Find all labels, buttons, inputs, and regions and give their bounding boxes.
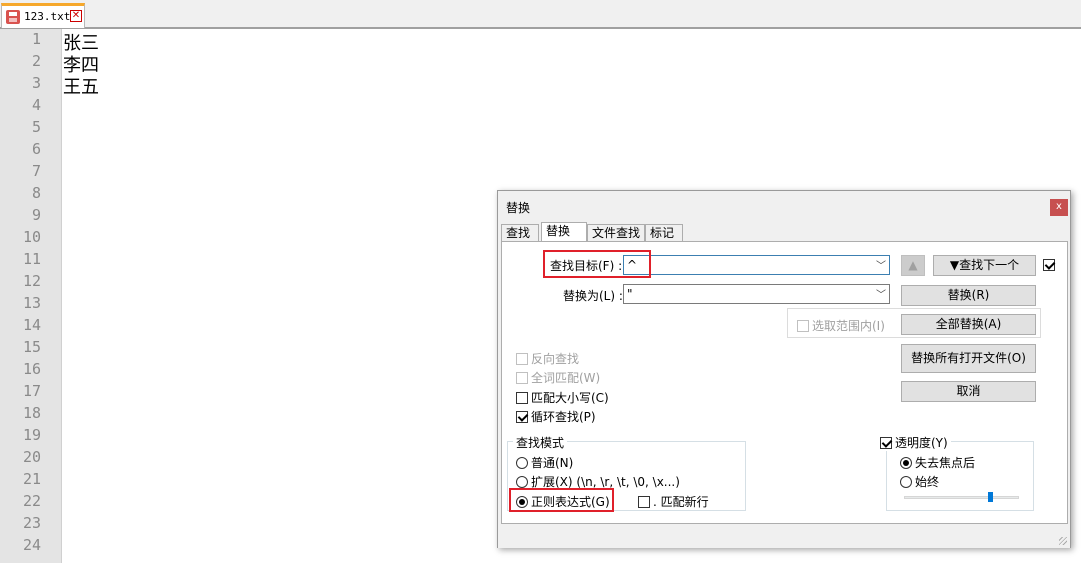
checkbox-icon <box>516 352 528 365</box>
replace-with-value: " <box>627 287 633 301</box>
backward-checkbox[interactable]: 反向查找 <box>516 350 579 367</box>
line-number: 6 <box>31 140 41 158</box>
match-case-label: 匹配大小写(C) <box>531 391 609 405</box>
line-number: 7 <box>31 162 41 180</box>
dot-matches-newline-checkbox[interactable]: . 匹配新行 <box>638 493 709 510</box>
line-number: 21 <box>22 470 41 488</box>
line-number: 4 <box>31 96 41 114</box>
replace-with-combo[interactable]: " ﹀ <box>623 284 890 304</box>
replace-with-label: 替换为(L) : <box>563 289 623 303</box>
checkbox-icon <box>516 391 528 404</box>
line-number: 16 <box>22 360 41 378</box>
line-number: 8 <box>31 184 41 202</box>
line-number: 18 <box>22 404 41 422</box>
line-number: 10 <box>22 228 41 246</box>
line-number: 1 <box>31 30 41 48</box>
wrap-around-label: 循环查找(P) <box>531 410 596 424</box>
line-number-gutter: 1 2 3 4 5 6 7 8 9 10 11 12 13 14 15 16 17 18 19 20 21 22 23 24 <box>0 29 62 563</box>
line-number: 24 <box>22 536 41 554</box>
whole-word-label: 全词匹配(W) <box>531 371 601 385</box>
wrap-around-checkbox[interactable]: 循环查找(P) <box>516 408 596 425</box>
tab-bar: 123.txt ✕ <box>0 0 1081 29</box>
transparency-label: 透明度(Y) <box>895 436 948 450</box>
replace-all-open-files-button[interactable]: 替换所有打开文件(O) <box>901 344 1036 373</box>
transparency-always-radio[interactable]: 始终 <box>900 473 939 490</box>
tab-mark[interactable]: 标记 <box>645 224 683 242</box>
line-number: 9 <box>31 206 41 224</box>
find-previous-button[interactable]: ▲ <box>901 255 925 276</box>
checkbox-checked-icon <box>1043 259 1055 271</box>
transparency-slider-track[interactable] <box>904 496 1019 499</box>
editor-line-3: 王五 <box>63 77 99 98</box>
line-number: 17 <box>22 382 41 400</box>
file-tab-123-txt[interactable]: 123.txt ✕ <box>1 3 85 28</box>
always-label: 始终 <box>915 475 940 489</box>
line-number: 20 <box>22 448 41 466</box>
match-case-checkbox[interactable]: 匹配大小写(C) <box>516 389 609 406</box>
dot-matches-newline-label: . 匹配新行 <box>653 495 709 509</box>
line-number: 14 <box>22 316 41 334</box>
replace-button[interactable]: 替换(R) <box>901 285 1036 306</box>
tab-replace[interactable]: 替换 <box>541 222 587 243</box>
line-number: 19 <box>22 426 41 444</box>
cancel-button[interactable]: 取消 <box>901 381 1036 402</box>
find-next-button[interactable]: ▼查找下一个 <box>933 255 1036 276</box>
line-number: 3 <box>31 74 41 92</box>
floppy-save-icon <box>6 10 20 24</box>
mode-normal-label: 普通(N) <box>531 456 574 470</box>
file-tab-label: 123.txt <box>24 10 71 23</box>
transparency-checkbox[interactable]: 透明度(Y) <box>877 434 951 451</box>
in-selection-checkbox[interactable]: 选取范围内(I) <box>797 317 885 334</box>
tab-find[interactable]: 查找 <box>501 224 539 242</box>
lose-focus-label: 失去焦点后 <box>915 456 976 470</box>
checkbox-checked-icon <box>516 410 528 423</box>
whole-word-checkbox[interactable]: 全词匹配(W) <box>516 369 600 386</box>
line-number: 12 <box>22 272 41 290</box>
find-next-option-checkbox[interactable] <box>1043 259 1058 271</box>
checkbox-icon <box>516 371 528 384</box>
checkbox-icon <box>797 319 809 332</box>
close-icon[interactable]: ✕ <box>70 10 82 22</box>
line-number: 23 <box>22 514 41 532</box>
dialog-status-bar <box>498 524 1070 548</box>
line-number: 2 <box>31 52 41 70</box>
highlight-regex-box <box>509 488 614 512</box>
radio-icon <box>516 475 528 488</box>
line-number: 11 <box>22 250 41 268</box>
checkbox-checked-icon <box>880 436 892 449</box>
line-number: 13 <box>22 294 41 312</box>
resize-grip-icon[interactable] <box>1059 537 1067 545</box>
highlight-find-box <box>543 250 651 278</box>
dialog-close-button[interactable]: x <box>1050 199 1068 216</box>
checkbox-icon <box>638 495 650 508</box>
search-mode-title: 查找模式 <box>513 434 568 451</box>
line-number: 5 <box>31 118 41 136</box>
radio-icon <box>900 475 912 488</box>
chevron-down-icon[interactable]: ﹀ <box>876 286 886 301</box>
radio-icon <box>516 456 528 469</box>
in-selection-label: 选取范围内(I) <box>812 319 885 333</box>
dialog-title: 替换 <box>506 201 531 215</box>
chevron-down-icon[interactable]: ﹀ <box>876 257 886 272</box>
replace-all-button[interactable]: 全部替换(A) <box>901 314 1036 335</box>
line-number: 15 <box>22 338 41 356</box>
radio-selected-icon <box>900 456 912 469</box>
tab-find-in-files[interactable]: 文件查找 <box>587 224 645 242</box>
transparency-lose-focus-radio[interactable]: 失去焦点后 <box>900 454 975 471</box>
backward-label: 反向查找 <box>531 352 580 366</box>
transparency-slider-thumb[interactable] <box>988 492 994 502</box>
find-what-combo[interactable]: ^ ﹀ <box>623 255 890 275</box>
mode-normal-radio[interactable]: 普通(N) <box>516 454 573 471</box>
line-number: 22 <box>22 492 41 510</box>
